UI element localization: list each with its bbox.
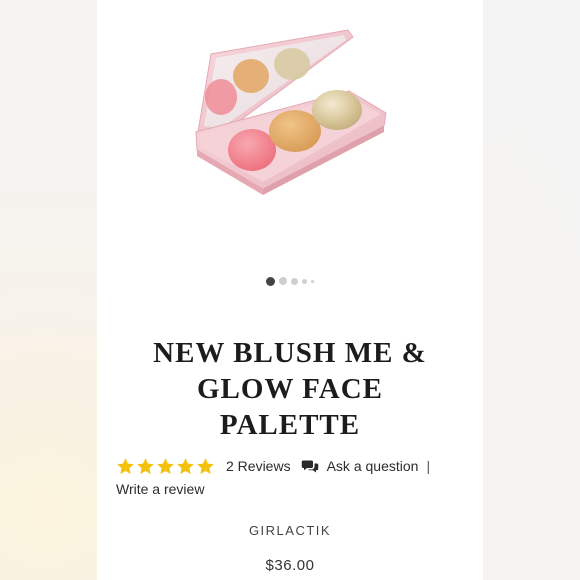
product-price: $36.00 xyxy=(265,557,315,574)
chat-bubbles-icon xyxy=(301,460,318,472)
product-title-line: NEW BLUSH ME & xyxy=(153,337,427,369)
product-title-line: PALETTE xyxy=(219,409,361,441)
product-title: NEW BLUSH ME & GLOW FACE PALETTE xyxy=(97,335,483,443)
product-image[interactable] xyxy=(97,0,483,262)
star-icon xyxy=(157,457,174,474)
product-page: NEW BLUSH ME & GLOW FACE PALETTE 2 Revie… xyxy=(97,0,483,580)
star-icon xyxy=(197,457,214,474)
carousel-dot[interactable] xyxy=(279,277,287,285)
carousel-dot[interactable] xyxy=(291,277,298,285)
carousel-dot[interactable] xyxy=(311,279,314,283)
palette-illustration xyxy=(195,29,387,195)
star-icon xyxy=(137,457,154,474)
star-rating[interactable] xyxy=(116,457,215,476)
ask-question-link[interactable]: Ask a question xyxy=(301,458,419,474)
ask-question-label: Ask a question xyxy=(326,458,419,474)
reviews-link[interactable]: 2 Reviews xyxy=(226,458,291,474)
product-title-line: GLOW FACE xyxy=(197,373,383,405)
brand-name[interactable]: GIRLACTIK xyxy=(97,523,483,538)
separator: | xyxy=(426,458,431,474)
carousel-dot[interactable] xyxy=(266,276,275,286)
star-icon xyxy=(177,457,194,474)
star-icon xyxy=(117,457,134,474)
rating-row: 2 Reviews Ask a question | xyxy=(116,453,456,479)
carousel-dot[interactable] xyxy=(302,278,307,284)
carousel-dots xyxy=(97,275,483,287)
write-review-link[interactable]: Write a review xyxy=(116,481,204,497)
